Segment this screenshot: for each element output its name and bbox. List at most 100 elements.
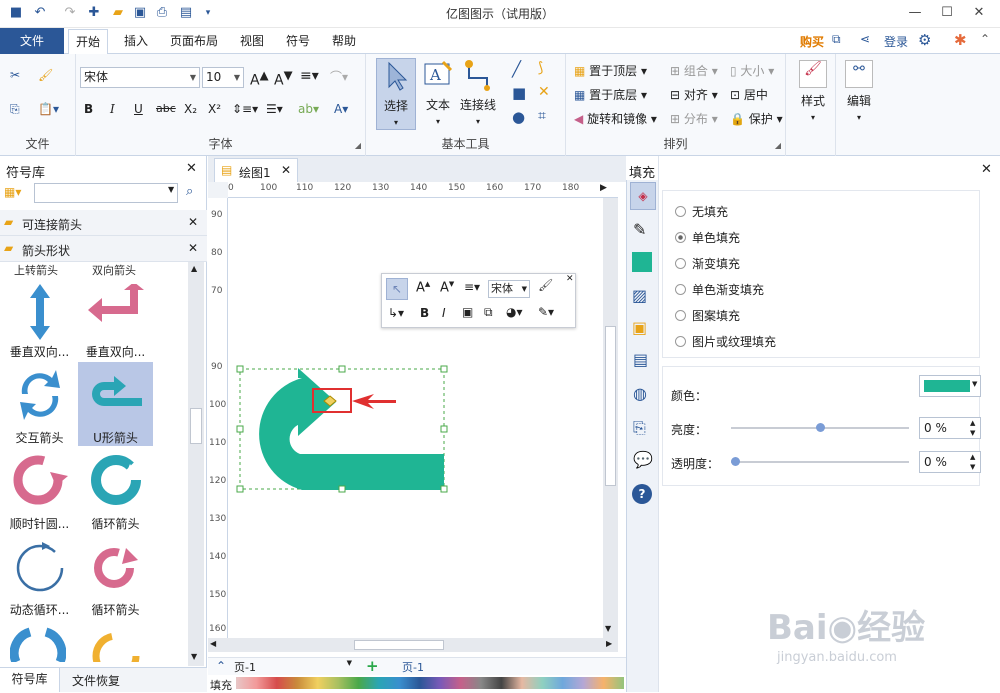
share-icon[interactable]: ⋖ [860, 32, 870, 46]
shape-vertical-bend-arrow[interactable]: 垂直双向... [78, 276, 153, 360]
radio-solid-fill[interactable]: 单色填充 [675, 229, 740, 246]
line-panel-icon[interactable]: ✎ [633, 220, 646, 239]
shrink-font-icon[interactable]: A▼ [274, 68, 293, 89]
float-font-select[interactable]: 宋体 ▼ [488, 280, 530, 298]
radio-no-fill[interactable]: 无填充 [675, 203, 728, 220]
shape-clockwise-circle-arrow[interactable]: 顺时针圆... [2, 448, 77, 532]
transparency-spinner-icon[interactable]: ▲ ▼ [970, 452, 975, 472]
library-scroll-thumb[interactable] [190, 408, 202, 444]
image-panel-icon[interactable]: ▨ [632, 286, 647, 305]
close-doc-tab-icon[interactable]: ✕ [281, 163, 291, 177]
subscript-icon[interactable]: X₂ [184, 102, 197, 116]
line-icon[interactable]: ╱ [512, 60, 521, 78]
maximize-button[interactable]: ☐ [932, 2, 962, 24]
u-arrow-shape[interactable] [228, 360, 458, 500]
color-swatches[interactable] [236, 677, 624, 689]
tab-help[interactable]: 帮助 [324, 28, 364, 54]
settings-gear-icon[interactable]: ⚙ [918, 31, 931, 49]
connector-tool-button[interactable]: 连接线 ▾ [456, 58, 500, 130]
protect-button[interactable]: 🔒 保护 ▾ [730, 110, 783, 127]
hyperlink-panel-icon[interactable]: ◍ [633, 384, 647, 403]
radio-gradient-fill[interactable]: 渐变填充 [675, 255, 740, 272]
close-library-icon[interactable]: ✕ [186, 161, 197, 176]
canvas-horizontal-scrollbar[interactable]: ◀ ▶ [208, 638, 618, 652]
cut-icon[interactable]: ✂ [10, 68, 20, 82]
select-tool-button[interactable]: 选择 ▾ [376, 58, 416, 130]
group-button[interactable]: ⊞ 组合 ▾ [670, 62, 718, 79]
superscript-icon[interactable]: X² [208, 102, 221, 116]
page-select[interactable]: 页-1 ▼ [234, 659, 354, 674]
edit-button[interactable]: ⚯ 编辑 ▾ [839, 58, 879, 130]
collapse-ribbon-icon[interactable]: ⌃ [980, 32, 990, 46]
library-scrollbar[interactable]: ▲ ▼ [188, 262, 204, 666]
grow-font-icon[interactable]: A▲ [250, 68, 269, 89]
spacing-icon[interactable]: ⇕≡▾ [232, 102, 258, 116]
close-category-icon[interactable]: ✕ [188, 241, 198, 255]
collapse-up-icon[interactable]: ⌃ [216, 659, 226, 673]
library-menu-icon[interactable]: ▦▾ [4, 185, 21, 199]
brightness-slider[interactable] [731, 423, 909, 432]
shape-u-arrow[interactable]: U形箭头 [78, 362, 153, 446]
transparency-input[interactable]: 0 % ▲ ▼ [919, 451, 981, 473]
font-color-icon[interactable]: A▾ [334, 102, 348, 116]
brightness-slider-knob[interactable] [816, 423, 825, 432]
float-brush-icon[interactable]: 🖌 [538, 278, 553, 292]
canvas-vscroll-thumb[interactable] [605, 326, 616, 486]
radio-single-gradient-fill[interactable]: 单色渐变填充 [675, 281, 764, 298]
scroll-down-icon[interactable]: ▼ [191, 652, 197, 661]
attachment-panel-icon[interactable]: ⎘ [633, 418, 646, 438]
float-line-icon[interactable]: ✎▾ [538, 305, 554, 319]
crop-icon[interactable]: ⌗ [538, 108, 546, 124]
italic-icon[interactable]: I [110, 102, 115, 116]
radio-pattern-fill[interactable]: 图案填充 [675, 307, 740, 324]
float-pointer-icon[interactable]: ↖ [386, 278, 408, 300]
shape-cycle-arrow[interactable]: 循环箭头 [78, 448, 153, 532]
tab-symbol-library[interactable]: 符号库 [0, 668, 60, 692]
search-dropdown-icon[interactable]: ▼ [168, 185, 174, 194]
font-dialog-launcher-icon[interactable]: ◢ [355, 141, 361, 150]
canvas-hscroll-thumb[interactable] [354, 640, 444, 650]
scroll-down-icon[interactable]: ▼ [605, 624, 611, 633]
file-menu-button[interactable]: 文件 [0, 28, 64, 54]
category-connectable-arrows[interactable]: ▰ 可连接箭头 ✕ [0, 210, 207, 236]
close-category-icon[interactable]: ✕ [188, 215, 198, 229]
library-search-input[interactable] [34, 183, 178, 203]
brightness-spinner-icon[interactable]: ▲ ▼ [970, 418, 975, 438]
brightness-input[interactable]: 0 % ▲ ▼ [919, 417, 981, 439]
strikethrough-icon[interactable]: abc [156, 102, 176, 115]
transparency-slider[interactable] [731, 457, 909, 466]
float-align-icon[interactable]: ≡▾ [464, 280, 480, 294]
category-arrow-shapes[interactable]: ▰ 箭头形状 ✕ [0, 236, 207, 262]
color-picker[interactable]: ▼ [919, 375, 981, 397]
scroll-right-icon[interactable]: ▶ [606, 639, 612, 648]
rotate-mirror-button[interactable]: ◀ 旋转和镜像 ▾ [574, 110, 657, 127]
curve-icon[interactable]: ⟆ [538, 60, 543, 76]
point-tool-icon[interactable]: ✕ [538, 84, 550, 100]
shape-vertical-double-arrow[interactable]: 垂直双向... [2, 276, 77, 360]
format-painter-icon[interactable]: 🖌 [38, 68, 53, 82]
buy-link[interactable]: 购买 [800, 33, 824, 50]
arrange-dialog-launcher-icon[interactable]: ◢ [775, 141, 781, 150]
line-spacing-icon[interactable]: ⌒▾ [330, 68, 348, 85]
rectangle-icon[interactable]: ■ [512, 84, 526, 102]
distribute-button[interactable]: ⊞ 分布 ▾ [670, 110, 718, 127]
search-icon[interactable]: ⌕ [186, 184, 193, 199]
text-tool-button[interactable]: A 文本 ▾ [418, 58, 458, 130]
float-color-icon[interactable]: ◕▾ [506, 305, 523, 319]
shape-dynamic-cycle-arrow[interactable]: 动态循环... [2, 534, 77, 618]
shape-interaction-arrow[interactable]: 交互箭头 [2, 362, 77, 446]
tab-view[interactable]: 视图 [232, 28, 272, 54]
shape-cycle-arrow-2[interactable]: 循环箭头 [78, 534, 153, 618]
style-button[interactable]: 🖌 样式 ▾ [793, 58, 833, 130]
close-button[interactable]: ✕ [964, 2, 994, 24]
canvas-vertical-scrollbar[interactable]: ▼ [603, 198, 618, 638]
center-button[interactable]: ⊡ 居中 [730, 86, 768, 103]
float-fill-icon[interactable]: ▣ [462, 305, 473, 319]
scroll-left-icon[interactable]: ◀ [210, 639, 216, 648]
tab-insert[interactable]: 插入 [116, 28, 156, 54]
ruler-scroll-icon[interactable]: ▶ [600, 183, 607, 193]
transparency-slider-knob[interactable] [731, 457, 740, 466]
doc-tab-drawing1[interactable]: ▤ 绘图1 ✕ [214, 158, 298, 182]
theme-icon[interactable]: ✱ [954, 31, 967, 49]
fill-panel-icon[interactable]: ◈ [630, 182, 656, 210]
